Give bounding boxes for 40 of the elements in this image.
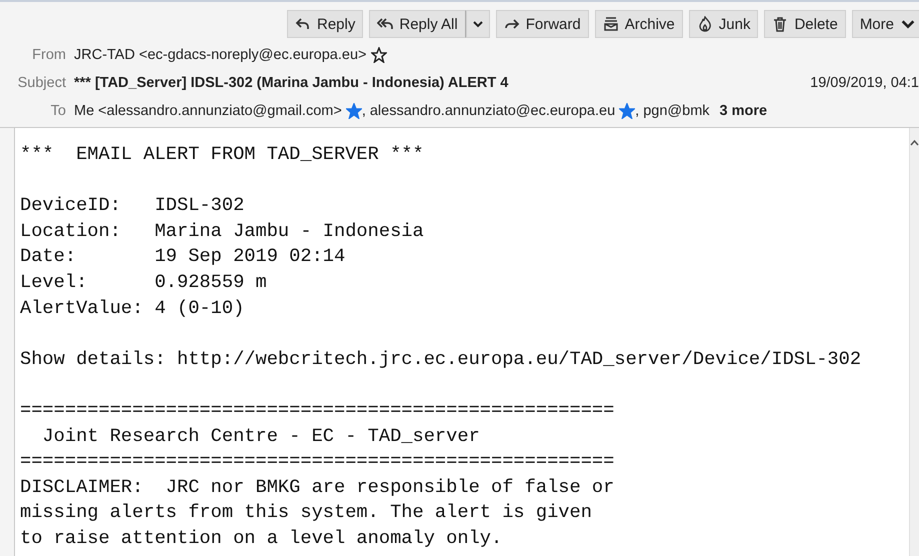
star-icon[interactable] — [370, 47, 386, 63]
recipient[interactable]: , alessandro.annunziato@ec.europa.eu — [362, 103, 616, 119]
body-line: *** EMAIL ALERT FROM TAD_SERVER *** — [20, 142, 425, 167]
body-line: Date: 19 Sep 2019 02:14 — [20, 244, 346, 270]
body-line: Location: Marina Jambu - Indonesia — [20, 218, 425, 244]
toolbar-button[interactable]: Forward — [496, 10, 589, 38]
body-line: Show details: http://webcritech.jrc.ec.europa.eu/TAD_server/Device/IDSL-302 — [20, 346, 862, 372]
toolbar-button[interactable]: More — [852, 10, 919, 38]
field-label: From — [31, 47, 66, 63]
scroll-up-icon[interactable] — [910, 138, 919, 148]
body-line: Joint Research Centre - EC - TAD_server — [41, 424, 481, 449]
reply-all-icon — [377, 16, 394, 32]
body-line: to raise attention on a level anomaly only. — [20, 526, 504, 551]
trash-icon — [772, 16, 788, 32]
body-line: missing alerts from this system. The alert is given — [20, 500, 593, 526]
more-recipients-link[interactable]: 3 more — [720, 103, 768, 119]
body-line: Level: 0.928559 m — [20, 270, 268, 295]
field-label: Subject — [16, 75, 66, 91]
body-line: AlertValue: 4 (0-10) — [20, 296, 246, 321]
body-line: ===================================================== — [20, 449, 616, 474]
star-icon[interactable] — [619, 103, 636, 119]
toolbar-button[interactable]: Reply — [287, 10, 364, 38]
star-icon[interactable] — [346, 103, 362, 119]
body-line: ===================================================== — [20, 398, 616, 423]
body-line: DISCLAIMER: JRC nor BMKG are responsible of false or — [20, 474, 616, 500]
date-text: 19/09/2019, 04:1 — [810, 75, 919, 91]
reply-icon — [295, 16, 311, 32]
sender[interactable]: JRC-TAD <ec-gdacs-noreply@ec.europa.eu> — [74, 47, 366, 63]
body-line: DeviceID: IDSL-302 — [20, 193, 246, 218]
toolbar-button[interactable]: Junk — [688, 10, 758, 38]
dropdown-button[interactable] — [466, 10, 490, 38]
toolbar-button[interactable]: Delete — [764, 10, 846, 38]
toolbar-button[interactable]: Reply All — [369, 10, 466, 38]
recipient[interactable]: Me <alessandro.annunziato@gmail.com> — [74, 103, 342, 119]
toolbar-button[interactable]: Archive — [594, 10, 683, 38]
recipient[interactable]: , pgn@bmk — [635, 103, 710, 119]
field-label: To — [50, 103, 66, 119]
subject-text: *** [TAD_Server] IDSL-302 (Marina Jambu - Indonesia) ALERT 4 — [74, 75, 508, 91]
flame-icon — [696, 16, 713, 32]
archive-icon — [602, 16, 619, 32]
